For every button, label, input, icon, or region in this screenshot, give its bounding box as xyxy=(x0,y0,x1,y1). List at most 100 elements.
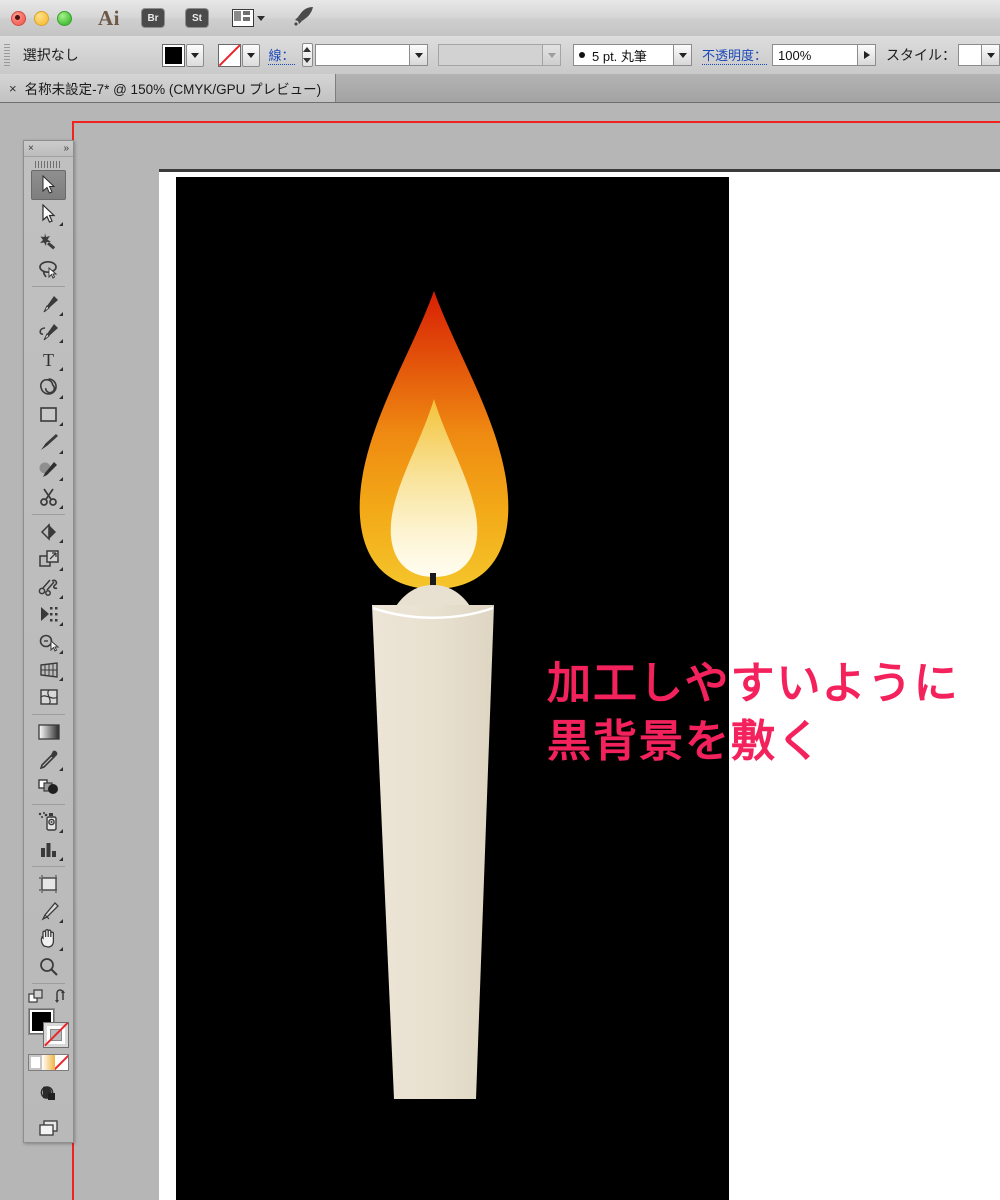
width-warp-tool[interactable] xyxy=(33,573,64,601)
paintbrush-tool[interactable] xyxy=(33,428,64,456)
fill-swatch-dropdown[interactable] xyxy=(186,43,205,67)
tools-panel[interactable]: × » T xyxy=(23,140,74,1143)
shape-builder-tool[interactable] xyxy=(33,628,64,656)
stepper-up-icon[interactable] xyxy=(303,47,312,52)
tool-flyout-indicator[interactable] xyxy=(59,449,63,454)
type-tool[interactable]: T xyxy=(33,345,64,373)
tool-flyout-indicator[interactable] xyxy=(59,422,63,427)
brush-definition-combo[interactable]: 5 pt. 丸筆 xyxy=(573,44,692,66)
tool-flyout-indicator[interactable] xyxy=(59,622,63,627)
add-anchor-point-tool[interactable] xyxy=(33,318,64,346)
default-fill-stroke-icon[interactable] xyxy=(27,989,44,1004)
collapse-icon[interactable]: » xyxy=(63,143,69,154)
tool-flyout-indicator[interactable] xyxy=(59,567,63,572)
column-graph-tool[interactable] xyxy=(33,835,64,863)
fill-swatch[interactable] xyxy=(162,43,186,67)
tool-flyout-indicator[interactable] xyxy=(59,477,63,482)
stroke-panel-link[interactable]: 線： xyxy=(268,45,295,65)
shaper-pencil-tool[interactable] xyxy=(33,456,64,484)
graphic-style-combo[interactable] xyxy=(958,44,1000,66)
screen-mode-button[interactable] xyxy=(33,1114,64,1142)
magic-wand-tool[interactable] xyxy=(33,228,64,256)
mesh-tool[interactable] xyxy=(33,683,64,711)
document-tab[interactable]: × 名称未設定-7* @ 150% (CMYK/GPU プレビュー) xyxy=(0,74,337,102)
slice-tool[interactable] xyxy=(33,897,64,925)
drawing-mode-button[interactable] xyxy=(33,1079,64,1107)
bridge-icon[interactable]: Br xyxy=(142,9,164,27)
stepper-down-icon[interactable] xyxy=(303,58,312,63)
annotation-text[interactable]: 加工しやすいように 黒背景を敷く xyxy=(547,655,960,771)
stroke-color-control[interactable] xyxy=(218,43,261,67)
tool-flyout-indicator[interactable] xyxy=(59,339,63,344)
canvas-workspace[interactable]: 加工しやすいように 黒背景を敷く xyxy=(0,103,1000,1200)
hand-tool[interactable] xyxy=(33,925,64,953)
tool-flyout-indicator[interactable] xyxy=(59,946,63,951)
graphic-style-value[interactable] xyxy=(958,44,982,66)
control-bar-grip[interactable] xyxy=(4,44,10,66)
tool-flyout-indicator[interactable] xyxy=(59,394,63,399)
fill-stroke-controls[interactable] xyxy=(27,989,70,1004)
rectangle-tool[interactable] xyxy=(33,401,64,429)
color-mode-color-icon[interactable] xyxy=(29,1055,42,1070)
tools-panel-grip[interactable] xyxy=(35,161,62,168)
stroke-swatch-none[interactable] xyxy=(218,43,242,67)
stroke-weight-combo[interactable] xyxy=(315,44,428,66)
brush-definition-dropdown[interactable] xyxy=(673,44,692,66)
color-mode-none-icon[interactable] xyxy=(55,1055,68,1070)
fill-stroke-swatches[interactable] xyxy=(28,1009,70,1049)
opacity-combo[interactable]: 100% xyxy=(772,44,877,66)
spiral-tool[interactable] xyxy=(33,373,64,401)
tool-flyout-indicator[interactable] xyxy=(59,311,63,316)
tool-flyout-indicator[interactable] xyxy=(59,504,63,509)
tool-flyout-indicator[interactable] xyxy=(59,594,63,599)
selection-tool[interactable] xyxy=(31,169,66,201)
close-icon[interactable]: × xyxy=(28,143,34,154)
close-window-button[interactable] xyxy=(11,10,26,26)
fill-color-control[interactable] xyxy=(162,43,205,67)
zoom-tool[interactable] xyxy=(33,953,64,981)
free-transform-tool[interactable] xyxy=(33,601,64,629)
close-icon[interactable]: × xyxy=(9,81,17,96)
tool-flyout-indicator[interactable] xyxy=(59,677,63,682)
graphic-style-dropdown[interactable] xyxy=(981,44,1000,66)
minimize-window-button[interactable] xyxy=(34,10,49,26)
artboard-tool[interactable] xyxy=(33,870,64,898)
stroke-swatch-tool-none[interactable] xyxy=(42,1022,69,1049)
eyedropper-tool[interactable] xyxy=(33,746,64,774)
tool-flyout-indicator[interactable] xyxy=(59,539,63,544)
rocket-icon[interactable] xyxy=(291,5,317,32)
stroke-weight-stepper[interactable] xyxy=(301,43,313,67)
tool-flyout-indicator[interactable] xyxy=(59,222,63,227)
artboard[interactable]: 加工しやすいように 黒背景を敷く xyxy=(176,177,958,1200)
opacity-panel-link[interactable]: 不透明度： xyxy=(702,45,768,65)
symbol-sprayer-tool[interactable] xyxy=(33,808,64,836)
tool-flyout-indicator[interactable] xyxy=(59,767,63,772)
perspective-grid-tool[interactable] xyxy=(33,656,64,684)
color-mode-gradient-icon[interactable] xyxy=(42,1055,55,1070)
opacity-slider-button[interactable] xyxy=(857,44,877,66)
swap-fill-stroke-icon[interactable] xyxy=(54,989,70,1004)
scale-tool[interactable] xyxy=(33,545,64,573)
gradient-tool[interactable] xyxy=(33,718,64,746)
color-mode-buttons[interactable] xyxy=(28,1054,69,1071)
stroke-weight-dropdown[interactable] xyxy=(409,44,428,66)
tool-flyout-indicator[interactable] xyxy=(59,366,63,371)
stroke-weight-input[interactable] xyxy=(315,44,409,66)
lasso-tool[interactable] xyxy=(33,256,64,284)
blend-tool[interactable] xyxy=(33,773,64,801)
rotate-reflect-tool[interactable] xyxy=(33,518,64,546)
opacity-input[interactable]: 100% xyxy=(772,44,858,66)
brush-definition-value[interactable]: 5 pt. 丸筆 xyxy=(573,44,673,66)
chevron-down-icon xyxy=(191,52,200,58)
direct-selection-tool[interactable] xyxy=(33,200,64,228)
arrange-documents-button[interactable] xyxy=(232,9,265,27)
stroke-swatch-dropdown[interactable] xyxy=(242,43,261,67)
scissors-tool[interactable] xyxy=(33,483,64,511)
tool-flyout-indicator[interactable] xyxy=(59,856,63,861)
tool-flyout-indicator[interactable] xyxy=(59,649,63,654)
pen-tool[interactable] xyxy=(33,290,64,318)
zoom-window-button[interactable] xyxy=(57,10,72,26)
tool-flyout-indicator[interactable] xyxy=(59,829,63,834)
stock-icon[interactable]: St xyxy=(186,9,208,27)
tool-flyout-indicator[interactable] xyxy=(59,919,63,924)
